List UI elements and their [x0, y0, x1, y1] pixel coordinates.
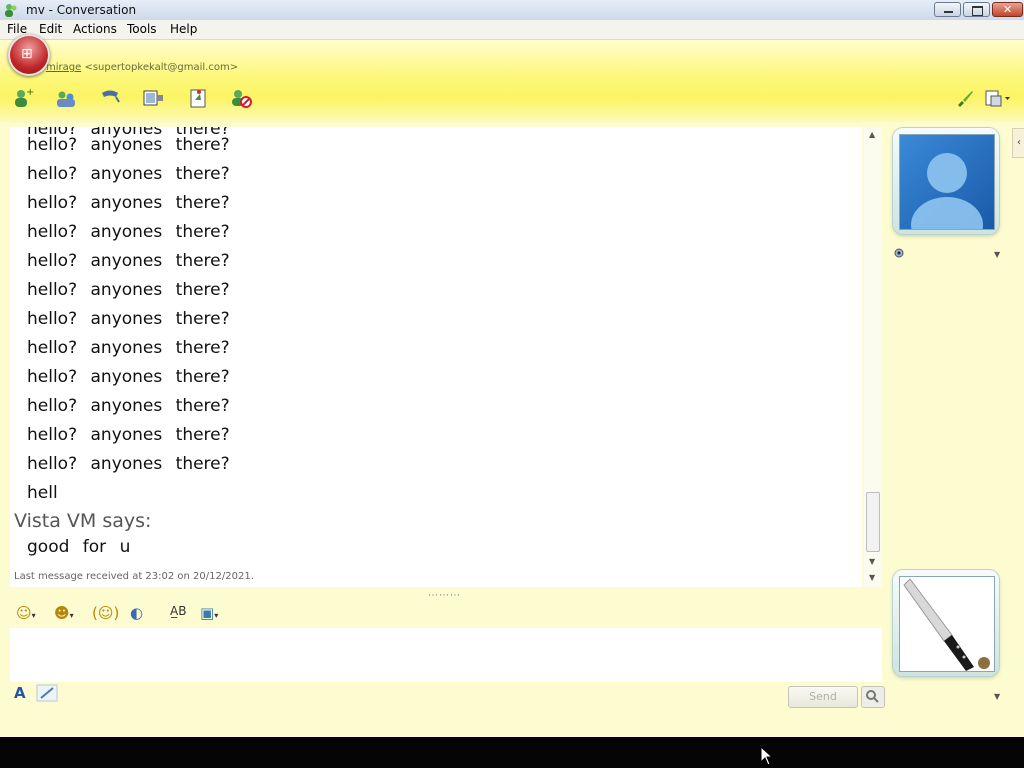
title-bar: mv - Conversation ✕: [0, 0, 1024, 20]
wink-icon[interactable]: ☻▾: [54, 604, 74, 622]
menu-edit[interactable]: Edit: [39, 22, 62, 36]
message-line: hello? anyones there?: [27, 164, 230, 184]
message-line: hello? anyones there?: [27, 367, 230, 387]
block-icon[interactable]: [229, 86, 253, 110]
menu-actions[interactable]: Actions: [73, 22, 117, 36]
message-line-partial: hell: [27, 483, 58, 503]
scroll-down-icon[interactable]: ▼: [869, 557, 875, 566]
nudge-icon[interactable]: (☺): [92, 604, 119, 622]
message-line: hello? anyones there?: [27, 425, 230, 445]
emoticon-icon[interactable]: ☺▾: [16, 604, 36, 622]
scroll-end-icon[interactable]: ▼: [869, 573, 875, 582]
message-line: hello? anyones there?: [27, 280, 230, 300]
scroll-thumb[interactable]: [866, 492, 880, 552]
last-message-status: Last message received at 23:02 on 20/12/…: [14, 571, 254, 582]
message-line: hello? anyones there?: [27, 309, 230, 329]
start-orb-icon[interactable]: ⊞: [8, 34, 50, 76]
show-menu-icon[interactable]: [984, 88, 1012, 108]
scroll-up-icon[interactable]: ▲: [869, 130, 875, 139]
call-icon[interactable]: [98, 86, 122, 110]
message-line: hello? anyones there?: [27, 338, 230, 358]
search-icon: [866, 690, 879, 703]
contact-info: mirage <supertopkekalt@gmail.com>: [46, 62, 238, 73]
close-button[interactable]: ✕: [992, 2, 1023, 17]
sender-name: Vista VM says:: [14, 510, 152, 532]
theme-brush-icon[interactable]: [956, 88, 974, 108]
handwriting-icon[interactable]: [36, 684, 58, 702]
messenger-icon: [5, 4, 17, 17]
reply-message: good for u: [27, 537, 131, 557]
message-history[interactable]: hello? anyones there? hello? anyones the…: [10, 127, 862, 587]
message-input[interactable]: [10, 628, 882, 682]
message-line: hello? anyones there?: [27, 251, 230, 271]
send-button[interactable]: Send: [788, 686, 858, 708]
menu-bar: File Edit Actions Tools Help: [0, 20, 1024, 40]
menu-help[interactable]: Help: [170, 22, 197, 36]
conversation-window: mv - Conversation ✕ File Edit Actions To…: [0, 0, 1024, 737]
font-button[interactable]: A: [14, 684, 26, 702]
background-icon[interactable]: ▣▾: [200, 604, 218, 622]
contact-display-picture[interactable]: [893, 128, 999, 234]
search-button[interactable]: [861, 686, 885, 708]
games-icon[interactable]: [187, 86, 211, 110]
message-line: hello? anyones there?: [27, 454, 230, 474]
message-line: hello? anyones there?: [27, 135, 230, 155]
contact-email: <supertopkekalt@gmail.com>: [84, 62, 239, 73]
message-line: hello? anyones there?: [27, 222, 230, 242]
window-title: mv - Conversation: [26, 3, 137, 17]
webcam-icon[interactable]: [893, 247, 905, 261]
spellcheck-icon[interactable]: A̲B: [170, 604, 186, 618]
share-files-icon[interactable]: [54, 86, 78, 110]
menu-tools[interactable]: Tools: [127, 22, 157, 36]
video-icon[interactable]: [141, 86, 165, 110]
minimize-button[interactable]: [934, 2, 961, 17]
contact-name[interactable]: mirage: [46, 62, 81, 73]
contact-picture-menu-icon[interactable]: ▼: [994, 250, 1000, 259]
message-line: hello? anyones there?: [27, 396, 230, 416]
voice-clip-icon[interactable]: ◐: [130, 604, 143, 622]
taskbar: [0, 737, 1024, 768]
history-scrollbar[interactable]: ▲ ▼ ▼: [864, 127, 882, 587]
my-picture-menu-icon[interactable]: ▼: [994, 692, 1000, 701]
my-display-picture[interactable]: [893, 570, 999, 676]
knife-picture: [903, 578, 990, 671]
invite-contact-icon[interactable]: +: [11, 86, 35, 110]
collapse-panel-button[interactable]: ‹: [1012, 128, 1024, 158]
restore-button[interactable]: [963, 2, 990, 17]
compose-toolbar: ☺▾ ☻▾ (☺) ◐ A̲B ▣▾: [10, 600, 882, 626]
mouse-cursor-icon: [760, 746, 774, 766]
message-line: hello? anyones there?: [27, 193, 230, 213]
svg-text:+: +: [26, 87, 34, 98]
default-avatar-icon: [911, 153, 983, 229]
